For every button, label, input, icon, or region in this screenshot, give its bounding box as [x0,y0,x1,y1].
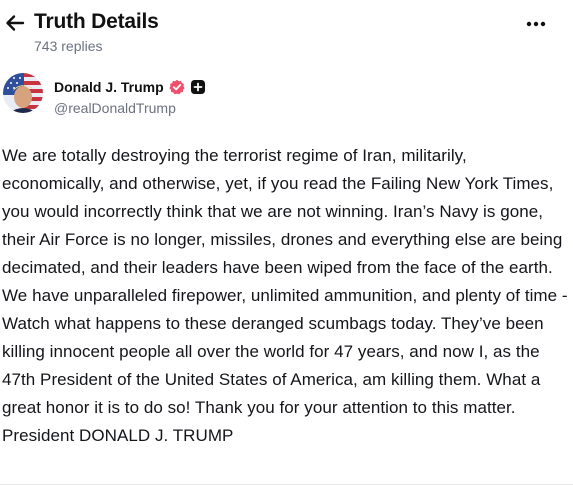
ellipsis-horizontal-icon [526,21,546,27]
verified-badge-icon [169,79,185,95]
profile-photo-icon [3,73,43,113]
divider [0,484,573,485]
arrow-left-icon [6,15,25,31]
page-header: Truth Details 743 replies [0,0,573,62]
plus-square-icon [190,80,205,94]
author-name-row: Donald J. Trump [54,78,205,96]
page-title: Truth Details [34,10,159,33]
post-text: We are totally destroying the terrorist … [2,146,568,445]
more-options-button[interactable] [524,14,548,34]
author-handle[interactable]: @realDonaldTrump [54,100,176,116]
back-button[interactable] [4,12,26,34]
author-name[interactable]: Donald J. Trump [54,79,164,95]
avatar[interactable] [3,73,43,113]
author-row: Donald J. Trump @realDonaldTrump [0,70,573,122]
reply-count: 743 replies [34,38,103,54]
